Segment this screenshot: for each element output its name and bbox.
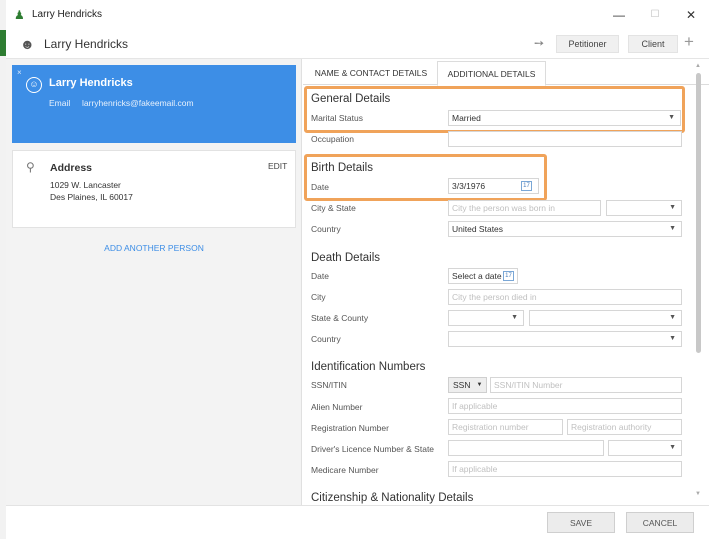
birth-city-input[interactable]: City the person was born in xyxy=(448,200,601,216)
medicare-number-label: Medicare Number xyxy=(311,465,379,475)
general-details-title: General Details xyxy=(311,93,391,105)
marital-status-value: Married xyxy=(452,113,481,123)
city-state-label: City & State xyxy=(311,203,356,213)
registration-number-input[interactable]: Registration number xyxy=(448,419,563,435)
tab-additional-details[interactable]: ADDITIONAL DETAILS xyxy=(437,61,546,86)
app-person-icon: ♟ xyxy=(14,7,25,22)
chevron-down-icon: ▼ xyxy=(669,444,676,451)
address-title: Address xyxy=(50,162,93,174)
marital-status-label: Marital Status xyxy=(311,113,363,123)
death-country-label: Country xyxy=(311,334,341,344)
scroll-down-icon[interactable]: ▼ xyxy=(695,491,701,497)
death-county-select[interactable]: ▼ xyxy=(529,310,682,326)
footer-bar: SAVE CANCEL xyxy=(6,505,709,539)
email-label: Email xyxy=(49,98,71,108)
person-avatar-icon: ☺ xyxy=(26,77,42,93)
ssn-type-value: SSN xyxy=(453,380,471,390)
record-header: ☻ Larry Hendricks ➙ Petitioner Client + xyxy=(6,29,709,59)
birth-country-value: United States xyxy=(452,224,504,234)
people-icon: ☻ xyxy=(20,35,35,52)
chevron-down-icon: ▼ xyxy=(476,382,483,388)
chevron-down-icon: ▼ xyxy=(669,225,676,232)
people-panel: × ☺ Larry Hendricks Email larryhenricks@… xyxy=(6,59,302,505)
death-details-title: Death Details xyxy=(311,252,381,264)
birth-country-select[interactable]: United States ▼ xyxy=(448,221,682,237)
address-line2: Des Plaines, IL 60017 xyxy=(50,192,133,202)
maximize-button[interactable]: ☐ xyxy=(637,0,673,29)
title-bar: ♟ Larry Hendricks — ☐ ✕ xyxy=(6,0,709,29)
birth-country-label: Country xyxy=(311,224,341,234)
window-controls: — ☐ ✕ xyxy=(601,0,709,29)
add-another-person-link[interactable]: ADD ANOTHER PERSON xyxy=(6,243,302,253)
death-city-label: City xyxy=(311,292,326,302)
remove-person-icon[interactable]: × xyxy=(17,68,22,77)
address-card: ⚲ Address EDIT 1029 W. Lancaster Des Pla… xyxy=(12,150,296,228)
alien-number-label: Alien Number xyxy=(311,402,363,412)
address-line1: 1029 W. Lancaster xyxy=(50,180,121,190)
chevron-down-icon: ▼ xyxy=(668,114,675,121)
death-date-placeholder: Select a date xyxy=(452,271,502,281)
scroll-thumb[interactable] xyxy=(696,73,701,353)
details-scrollbar[interactable]: ▲ ▼ xyxy=(695,63,703,503)
details-panel: NAME & CONTACT DETAILS ADDITIONAL DETAIL… xyxy=(303,59,709,505)
birth-details-title: Birth Details xyxy=(311,162,373,174)
details-tabs: NAME & CONTACT DETAILS ADDITIONAL DETAIL… xyxy=(303,59,709,86)
save-button[interactable]: SAVE xyxy=(547,512,615,533)
calendar-icon[interactable]: 17 xyxy=(503,271,514,281)
chevron-down-icon: ▼ xyxy=(511,314,518,321)
birth-state-select[interactable]: ▼ xyxy=(606,200,682,216)
chevron-down-icon: ▼ xyxy=(669,204,676,211)
identification-title: Identification Numbers xyxy=(311,361,426,373)
minimize-button[interactable]: — xyxy=(601,0,637,29)
alien-number-input[interactable]: If applicable xyxy=(448,398,682,414)
registration-authority-input[interactable]: Registration authority xyxy=(567,419,682,435)
calendar-icon[interactable]: 17 xyxy=(521,181,532,191)
client-button[interactable]: Client xyxy=(628,35,678,53)
drivers-licence-input[interactable] xyxy=(448,440,604,456)
birth-date-input[interactable]: 3/3/1976 17 xyxy=(448,178,539,194)
edit-address-button[interactable]: EDIT xyxy=(268,161,287,171)
licence-state-select[interactable]: ▼ xyxy=(608,440,682,456)
chevron-down-icon: ▼ xyxy=(669,314,676,321)
record-name: Larry Hendricks xyxy=(44,36,129,51)
occupation-label: Occupation xyxy=(311,134,354,144)
occupation-input[interactable] xyxy=(448,131,682,147)
state-county-label: State & County xyxy=(311,313,369,323)
close-button[interactable]: ✕ xyxy=(673,0,709,29)
medicare-number-input[interactable]: If applicable xyxy=(448,461,682,477)
ssn-type-select[interactable]: SSN ▼ xyxy=(448,377,487,393)
chevron-down-icon: ▼ xyxy=(669,335,676,342)
ssn-label: SSN/ITIN xyxy=(311,380,347,390)
ssn-input[interactable]: SSN/ITIN Number xyxy=(490,377,682,393)
scroll-up-icon[interactable]: ▲ xyxy=(695,63,701,69)
citizenship-title: Citizenship & Nationality Details xyxy=(311,492,474,504)
add-icon[interactable]: + xyxy=(684,32,694,52)
cancel-button[interactable]: CANCEL xyxy=(626,512,694,533)
person-card[interactable]: × ☺ Larry Hendricks Email larryhenricks@… xyxy=(12,65,296,143)
marital-status-select[interactable]: Married ▼ xyxy=(448,110,681,126)
drivers-licence-label: Driver's Licence Number & State xyxy=(311,444,435,454)
death-city-input[interactable]: City the person died in xyxy=(448,289,682,305)
window-title: Larry Hendricks xyxy=(32,9,103,20)
death-date-label: Date xyxy=(311,271,329,281)
tab-name-contact[interactable]: NAME & CONTACT DETAILS xyxy=(305,61,437,85)
tag-icon[interactable]: ➙ xyxy=(534,36,544,50)
petitioner-button[interactable]: Petitioner xyxy=(556,35,619,53)
death-state-select[interactable]: ▼ xyxy=(448,310,524,326)
person-name: Larry Hendricks xyxy=(49,77,133,89)
birth-date-label: Date xyxy=(311,182,329,192)
death-date-input[interactable]: Select a date 17 xyxy=(448,268,518,284)
birth-date-value: 3/3/1976 xyxy=(452,181,486,191)
registration-number-label: Registration Number xyxy=(311,423,389,433)
location-pin-icon: ⚲ xyxy=(26,160,35,174)
email-value: larryhenricks@fakeemail.com xyxy=(82,98,194,108)
death-country-select[interactable]: ▼ xyxy=(448,331,682,347)
